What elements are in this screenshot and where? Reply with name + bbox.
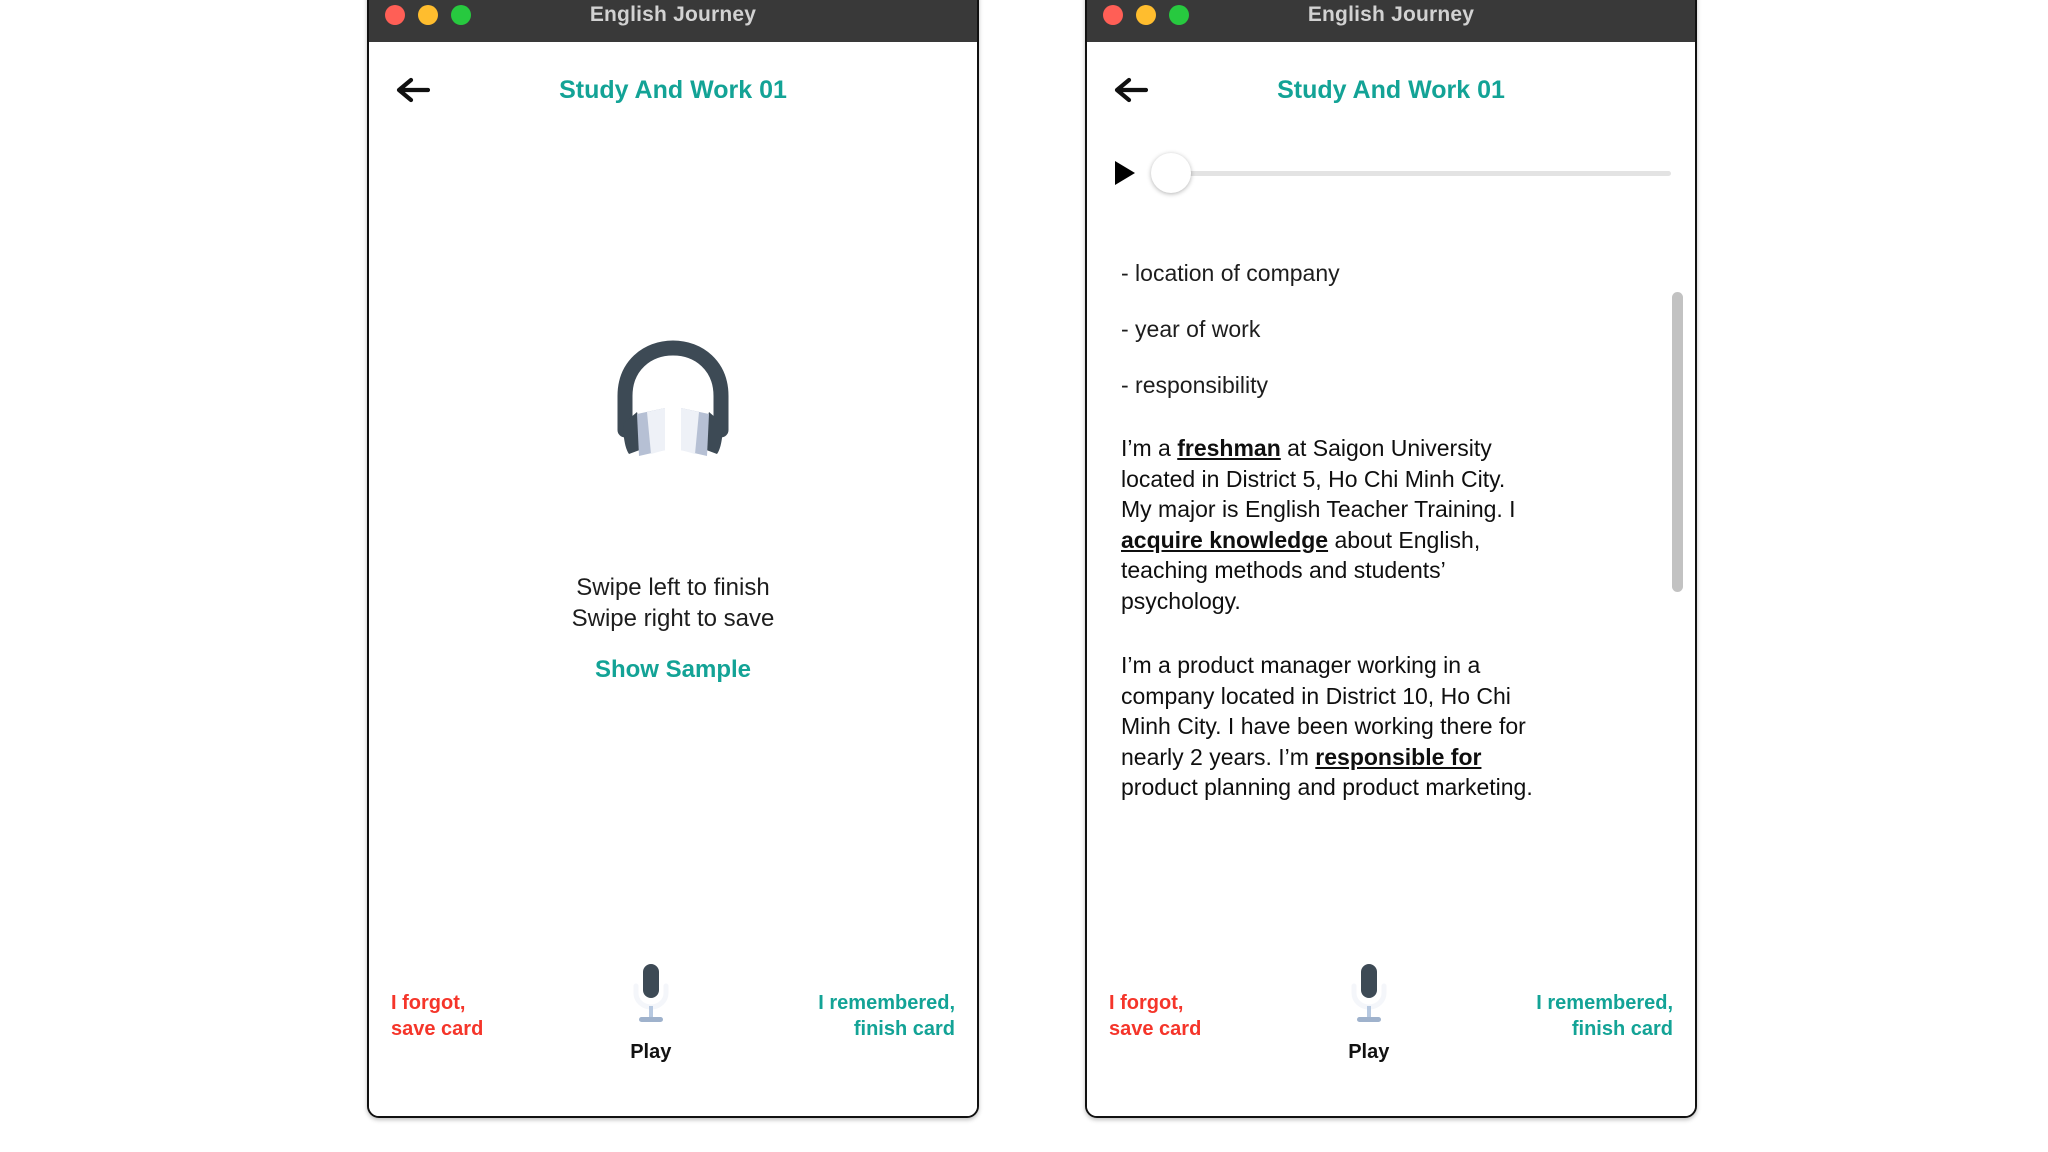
maximize-button-icon[interactable] xyxy=(451,5,471,25)
bullet-list: - location of company - year of work - r… xyxy=(1121,260,1661,399)
window-titlebar: English Journey xyxy=(369,0,977,42)
slider-thumb[interactable] xyxy=(1151,153,1191,193)
back-button[interactable] xyxy=(391,68,435,112)
sample-paragraph-1: I’m a freshman at Saigon University loca… xyxy=(1121,435,1516,614)
swipe-hint: Swipe left to finish Swipe right to save xyxy=(369,572,977,634)
card-back-scroll-area[interactable]: - location of company - year of work - r… xyxy=(1087,208,1695,948)
swipe-hint-line-1: Swipe left to finish xyxy=(576,574,770,601)
minimize-button-icon[interactable] xyxy=(418,5,438,25)
traffic-light-buttons xyxy=(1103,5,1189,25)
headphones-illustration xyxy=(369,338,977,471)
record-mic-button[interactable]: Play xyxy=(1346,962,1392,1064)
play-label: Play xyxy=(1348,1041,1390,1063)
app-body-left: Study And Work 01 Swipe left to finish S… xyxy=(369,42,977,1116)
remembered-finish-card-button[interactable]: I remembered, finish card xyxy=(818,962,955,1042)
list-item: - responsibility xyxy=(1121,372,1268,398)
arrow-left-icon xyxy=(396,75,430,105)
show-sample-button[interactable]: Show Sample xyxy=(369,656,977,684)
clipped-text-line xyxy=(1121,220,1661,238)
minimize-button-icon[interactable] xyxy=(1136,5,1156,25)
list-item: - location of company xyxy=(1121,260,1340,286)
play-triangle-icon[interactable] xyxy=(1115,161,1135,185)
back-button[interactable] xyxy=(1109,68,1153,112)
action-bar-right: I forgot, save card Play I remembered, f… xyxy=(1087,948,1695,1116)
action-bar-left: I forgot, save card Play I remembered, f… xyxy=(369,948,977,1116)
page-title: Study And Work 01 xyxy=(559,75,787,104)
headphones-icon xyxy=(607,338,739,471)
app-window-left: English Journey Study And Work 01 Swipe … xyxy=(367,0,979,1118)
audio-player xyxy=(1087,138,1695,208)
app-body-right: Study And Work 01 - location of company … xyxy=(1087,42,1695,1116)
window-titlebar: English Journey xyxy=(1087,0,1695,42)
microphone-icon xyxy=(628,962,674,1029)
sample-paragraph-2: I’m a product manager working in a compa… xyxy=(1121,652,1533,800)
record-mic-button[interactable]: Play xyxy=(628,962,674,1064)
close-button-icon[interactable] xyxy=(385,5,405,25)
slider-track xyxy=(1171,170,1671,176)
nav-row-right: Study And Work 01 xyxy=(1087,42,1695,138)
arrow-left-icon xyxy=(1114,75,1148,105)
app-window-right: English Journey Study And Work 01 - loca… xyxy=(1085,0,1697,1118)
nav-row-left: Study And Work 01 xyxy=(369,42,977,138)
scrollbar-thumb[interactable] xyxy=(1672,292,1683,592)
play-label: Play xyxy=(630,1041,672,1063)
maximize-button-icon[interactable] xyxy=(1169,5,1189,25)
forgot-save-card-button[interactable]: I forgot, save card xyxy=(391,962,483,1042)
list-item: - year of work xyxy=(1121,316,1261,342)
swipe-hint-line-2: Swipe right to save xyxy=(571,605,775,632)
microphone-icon xyxy=(1346,962,1392,1029)
remembered-finish-card-button[interactable]: I remembered, finish card xyxy=(1536,962,1673,1042)
page-title: Study And Work 01 xyxy=(1277,75,1505,104)
close-button-icon[interactable] xyxy=(1103,5,1123,25)
forgot-save-card-button[interactable]: I forgot, save card xyxy=(1109,962,1201,1042)
flashcard-front: Swipe left to finish Swipe right to save… xyxy=(369,138,977,948)
traffic-light-buttons xyxy=(385,5,471,25)
screenshot-stage: English Journey Study And Work 01 Swipe … xyxy=(0,0,2048,1152)
audio-progress-slider[interactable] xyxy=(1145,153,1671,193)
